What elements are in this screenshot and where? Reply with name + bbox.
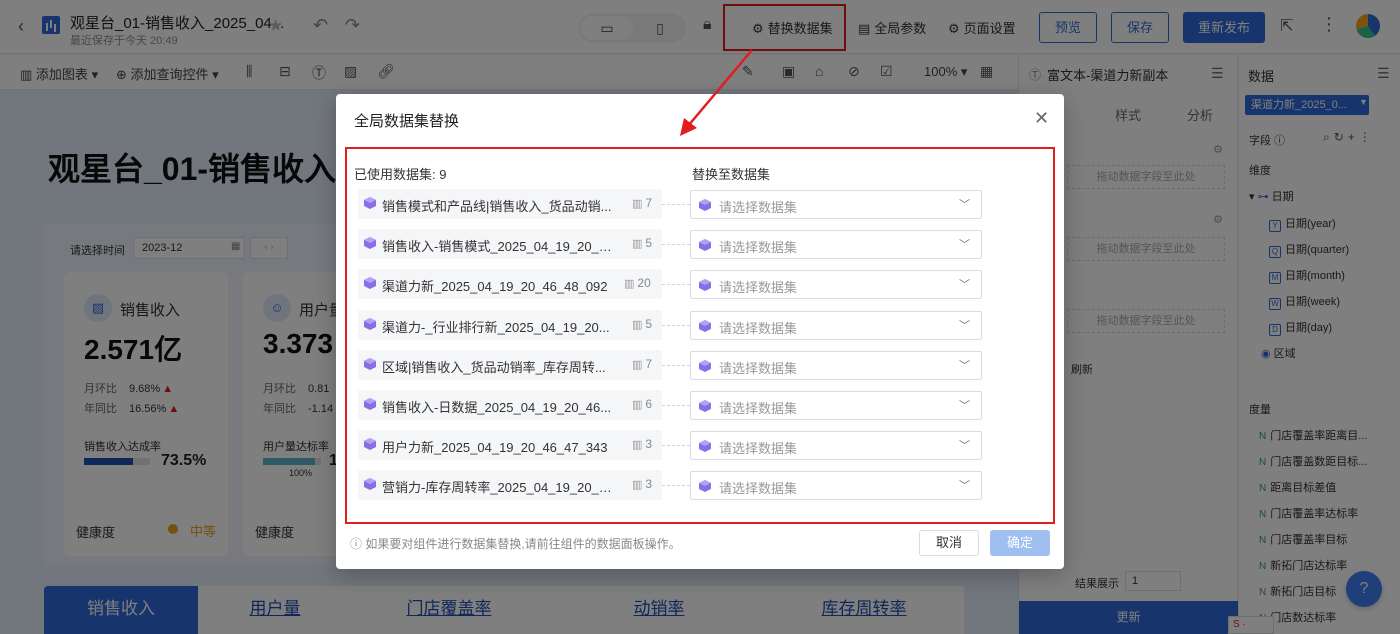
- connector-line: [662, 284, 690, 286]
- dataset-name: 销售收入-销售模式_2025_04_19_20_4...: [382, 239, 612, 255]
- connector-line: [662, 324, 690, 326]
- dataset-name: 销售模式和产品线|销售收入_货品动销...: [382, 199, 612, 214]
- dataset-name: 销售收入-日数据_2025_04_19_20_46...: [382, 400, 612, 415]
- chevron-down-icon: ﹀: [959, 319, 970, 332]
- connector-line: [662, 485, 690, 487]
- chevron-down-icon: ﹀: [959, 400, 970, 412]
- select-placeholder: 请选择数据集: [719, 320, 798, 336]
- bar-chart-icon: ▥: [624, 278, 635, 291]
- dataset-cube-icon: [699, 480, 711, 493]
- connector-line: [662, 405, 690, 406]
- bar-chart-icon: ▥: [632, 358, 643, 371]
- replace-to-label: 替换至数据集: [692, 167, 771, 182]
- target-dataset-select[interactable]: 请选择数据集 ﹀: [690, 190, 982, 219]
- dataset-cube-icon: [364, 317, 376, 330]
- dataset-usage-count: ▥ 6: [632, 397, 653, 411]
- dataset-name: 渠道力新_2025_04_19_20_46_48_092: [382, 279, 608, 295]
- target-dataset-select[interactable]: 请选择数据集 ﹀: [690, 431, 982, 461]
- bar-chart-icon: ▥: [632, 238, 643, 251]
- replace-dataset-dialog: 全局数据集替换 ✕ 已使用数据集: 9 替换至数据集 销售模式和产品线|销售收入…: [336, 94, 1064, 569]
- dataset-cube-icon: [364, 398, 376, 410]
- used-dataset-row: 销售模式和产品线|销售收入_货品动销... ▥ 7: [358, 189, 662, 219]
- dataset-name: 区域|销售收入_货品动销率_库存周转...: [382, 359, 606, 375]
- chevron-down-icon: ﹀: [959, 480, 970, 493]
- dataset-usage-count: ▥ 20: [624, 276, 651, 291]
- confirm-button[interactable]: 确定: [990, 530, 1050, 556]
- target-dataset-select[interactable]: 请选择数据集 ﹀: [690, 270, 982, 300]
- dataset-cube-icon: [699, 279, 711, 292]
- dataset-usage-count: ▥ 7: [632, 356, 653, 371]
- chevron-down-icon: ﹀: [959, 359, 970, 372]
- dataset-usage-count: ▥ 7: [632, 196, 653, 210]
- used-dataset-row: 销售收入-销售模式_2025_04_19_20_4... ▥ 5: [358, 229, 662, 260]
- used-dataset-row: 销售收入-日数据_2025_04_19_20_46... ▥ 6: [358, 390, 662, 420]
- bar-chart-icon: ▥: [632, 439, 643, 452]
- dataset-cube-icon: [364, 438, 376, 451]
- chevron-down-icon: ﹀: [959, 239, 970, 252]
- dataset-cube-icon: [364, 277, 376, 290]
- dataset-cube-icon: [364, 197, 376, 209]
- dataset-usage-count: ▥ 3: [632, 477, 653, 492]
- dataset-name: 用户力新_2025_04_19_20_46_47_343: [382, 440, 608, 456]
- dataset-cube-icon: [699, 239, 711, 252]
- connector-line: [662, 445, 690, 447]
- used-dataset-row: 营销力-库存周转率_2025_04_19_20_4... ▥ 3: [358, 470, 662, 501]
- dataset-cube-icon: [364, 237, 376, 250]
- dialog-title: 全局数据集替换: [354, 113, 460, 130]
- dataset-cube-icon: [699, 319, 711, 332]
- select-placeholder: 请选择数据集: [719, 280, 798, 296]
- used-dataset-row: 渠道力新_2025_04_19_20_46_48_092 ▥ 20: [358, 269, 662, 300]
- used-dataset-row: 用户力新_2025_04_19_20_46_47_343 ▥ 3: [358, 430, 662, 461]
- connector-line: [662, 204, 690, 205]
- bar-chart-icon: ▥: [632, 479, 643, 492]
- bar-chart-icon: ▥: [632, 318, 643, 331]
- target-dataset-select[interactable]: 请选择数据集 ﹀: [690, 391, 982, 420]
- select-placeholder: 请选择数据集: [719, 481, 798, 497]
- dataset-name: 渠道力-_行业排行新_2025_04_19_20...: [382, 319, 610, 335]
- bar-chart-icon: ▥: [632, 399, 643, 411]
- dataset-cube-icon: [699, 359, 711, 372]
- dataset-cube-icon: [699, 400, 711, 412]
- chevron-down-icon: ﹀: [959, 199, 970, 211]
- cancel-button[interactable]: 取消: [919, 530, 979, 556]
- dataset-cube-icon: [699, 440, 711, 453]
- select-placeholder: 请选择数据集: [719, 360, 798, 376]
- chevron-down-icon: ﹀: [959, 279, 970, 292]
- select-placeholder: 请选择数据集: [719, 200, 798, 215]
- select-placeholder: 请选择数据集: [719, 441, 798, 457]
- dataset-usage-count: ▥ 5: [632, 316, 653, 331]
- connector-line: [662, 244, 690, 246]
- dataset-name: 营销力-库存周转率_2025_04_19_20_4...: [382, 480, 612, 496]
- connector-line: [662, 364, 690, 366]
- target-dataset-select[interactable]: 请选择数据集 ﹀: [690, 350, 982, 380]
- chevron-down-icon: ﹀: [959, 440, 970, 453]
- dataset-usage-count: ▥ 3: [632, 437, 653, 452]
- dialog-tip: ⓘ 如果要对组件进行数据集替换,请前往组件的数据面板操作。: [350, 537, 681, 551]
- dataset-cube-icon: [364, 478, 376, 491]
- target-dataset-select[interactable]: 请选择数据集 ﹀: [690, 471, 982, 501]
- close-icon[interactable]: ✕: [1034, 108, 1049, 129]
- dataset-cube-icon: [699, 199, 711, 211]
- used-datasets-label: 已使用数据集: 9: [354, 167, 447, 182]
- target-dataset-select[interactable]: 请选择数据集 ﹀: [690, 230, 982, 260]
- used-dataset-row: 区域|销售收入_货品动销率_库存周转... ▥ 7: [358, 349, 662, 380]
- dataset-cube-icon: [364, 357, 376, 370]
- target-dataset-select[interactable]: 请选择数据集 ﹀: [690, 310, 982, 340]
- used-dataset-row: 渠道力-_行业排行新_2025_04_19_20... ▥ 5: [358, 309, 662, 340]
- select-placeholder: 请选择数据集: [719, 240, 798, 256]
- dataset-usage-count: ▥ 5: [632, 236, 653, 251]
- bar-chart-icon: ▥: [632, 198, 643, 210]
- select-placeholder: 请选择数据集: [719, 401, 798, 416]
